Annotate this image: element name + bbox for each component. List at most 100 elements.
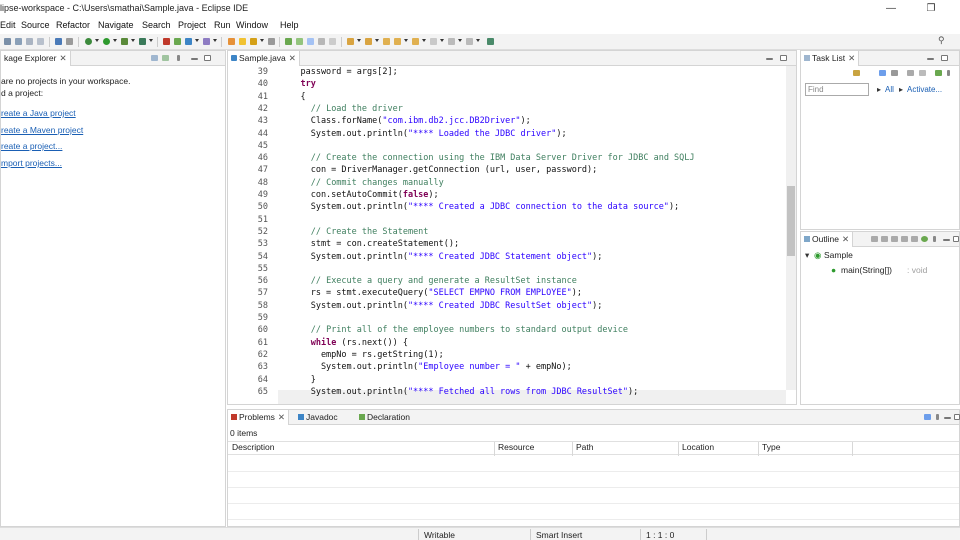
open-task-icon[interactable] — [228, 38, 235, 45]
code-line[interactable]: // Execute a query and generate a Result… — [280, 276, 577, 286]
view-menu-icon[interactable] — [177, 55, 180, 61]
hide-fields-icon[interactable] — [891, 236, 898, 242]
show-source-icon[interactable] — [329, 38, 336, 45]
col-resource[interactable]: Resource — [498, 442, 534, 452]
outline-class-name[interactable]: Sample — [824, 250, 853, 260]
code-line[interactable]: stmt = con.createStatement(); — [280, 239, 459, 249]
all-link[interactable]: All — [885, 85, 894, 94]
debug-icon[interactable] — [85, 38, 92, 45]
create-maven-project-link[interactable]: reate a Maven project — [1, 125, 83, 135]
open-type-icon[interactable] — [203, 38, 210, 45]
create-project-link[interactable]: reate a project... — [1, 141, 62, 151]
sort-icon[interactable] — [881, 236, 888, 242]
maximize-view-icon[interactable] — [941, 55, 948, 61]
menu-search[interactable]: Search — [142, 20, 171, 30]
categorized-icon[interactable] — [879, 70, 886, 76]
col-type[interactable]: Type — [762, 442, 780, 452]
code-line[interactable]: try — [280, 79, 315, 89]
hide-completed-icon[interactable] — [907, 70, 914, 76]
code-line[interactable]: System.out.println("**** Created JDBC Re… — [280, 301, 603, 311]
code-line[interactable]: { — [280, 92, 305, 102]
create-java-project-link[interactable]: reate a Java project — [1, 108, 76, 118]
close-icon[interactable]: ✕ — [848, 53, 855, 63]
code-line[interactable]: empNo = rs.getString(1); — [280, 350, 444, 360]
collapse-all-icon[interactable] — [151, 55, 158, 61]
word-wrap-icon[interactable] — [318, 38, 325, 45]
col-location[interactable]: Location — [682, 442, 714, 452]
minimize-editor-icon[interactable] — [766, 58, 773, 60]
maximize-view-icon[interactable] — [204, 55, 211, 61]
new-class-icon[interactable] — [185, 38, 192, 45]
view-menu-icon[interactable] — [936, 414, 939, 420]
view-menu-icon[interactable] — [947, 70, 950, 76]
next-annotation-icon[interactable] — [347, 38, 354, 45]
chevron-down-icon[interactable]: ▾ — [805, 250, 809, 261]
code-line[interactable]: // Print all of the employee numbers to … — [280, 325, 628, 335]
minimize-view-icon[interactable] — [927, 58, 934, 60]
menu-navigate[interactable]: Navigate — [98, 20, 134, 30]
new-package-icon[interactable] — [174, 38, 181, 45]
toggle-mark-icon[interactable] — [268, 38, 275, 45]
sync-icon[interactable] — [935, 70, 942, 76]
close-icon[interactable]: ✕ — [289, 53, 296, 63]
minimize-view-icon[interactable] — [943, 239, 950, 241]
nav-extra3-icon[interactable] — [466, 38, 473, 45]
minimize-view-icon[interactable] — [944, 417, 951, 419]
menu-window[interactable]: Window — [236, 20, 268, 30]
properties-icon[interactable] — [66, 38, 73, 45]
menu-project[interactable]: Project — [178, 20, 206, 30]
close-icon[interactable]: ✕ — [59, 53, 66, 63]
collapse-all-icon[interactable] — [871, 236, 878, 242]
new-task-icon[interactable] — [853, 70, 860, 76]
code-line[interactable]: // Commit changes manually — [280, 178, 444, 188]
back-icon[interactable] — [394, 38, 401, 45]
menu-run[interactable]: Run — [214, 20, 231, 30]
activate-link[interactable]: Activate... — [907, 85, 942, 94]
external-tools-icon[interactable] — [139, 38, 146, 45]
code-line[interactable]: System.out.println("Employee number = " … — [280, 362, 572, 372]
col-path[interactable]: Path — [576, 442, 594, 452]
code-line[interactable]: } — [280, 375, 316, 385]
menu-refactor[interactable]: Refactor — [56, 20, 90, 30]
nav-extra-icon[interactable] — [430, 38, 437, 45]
link-editor-icon[interactable] — [162, 55, 169, 61]
code-line[interactable]: System.out.println("**** Created a JDBC … — [280, 202, 679, 212]
code-line[interactable]: System.out.println("**** Loaded the JDBC… — [280, 129, 567, 139]
outline-method-name[interactable]: main(String[]) — [841, 265, 892, 275]
menu-help[interactable]: Help — [280, 20, 299, 30]
save-all-icon[interactable] — [26, 38, 33, 45]
print-icon[interactable] — [37, 38, 44, 45]
forward-icon[interactable] — [412, 38, 419, 45]
run-icon[interactable] — [103, 38, 110, 45]
block-selection-icon[interactable] — [296, 38, 303, 45]
restore-button[interactable]: ❐ — [916, 1, 946, 17]
maximize-editor-icon[interactable] — [780, 55, 787, 61]
last-edit-icon[interactable] — [383, 38, 390, 45]
code-line[interactable]: Class.forName("com.ibm.db2.jcc.DB2Driver… — [280, 116, 531, 126]
minimize-view-icon[interactable] — [191, 58, 198, 60]
view-menu-icon[interactable] — [933, 236, 936, 242]
menu-edit[interactable]: Edit — [0, 20, 16, 30]
tab-outline[interactable]: Outline ✕ — [801, 232, 854, 247]
pin-editor-icon[interactable] — [285, 38, 292, 45]
new-java-project-icon[interactable] — [163, 38, 170, 45]
tab-task-list[interactable]: Task List ✕ — [801, 51, 860, 66]
maximize-view-icon[interactable] — [953, 236, 959, 242]
code-line[interactable]: // Create the connection using the IBM D… — [280, 153, 695, 163]
col-description[interactable]: Description — [232, 442, 275, 452]
tab-declaration[interactable]: Declaration — [356, 410, 413, 425]
editor-vertical-scrollbar[interactable] — [786, 66, 796, 390]
show-whitespace-icon[interactable] — [307, 38, 314, 45]
terminal-icon[interactable] — [55, 38, 62, 45]
hide-local-types-icon[interactable] — [921, 236, 928, 242]
hide-nonpublic-icon[interactable] — [911, 236, 918, 242]
tab-package-explorer[interactable]: kage Explorer ✕ — [1, 51, 71, 66]
code-line[interactable]: password = args[2]; — [280, 67, 397, 77]
code-line[interactable]: con.setAutoCommit(false); — [280, 190, 439, 200]
code-line[interactable]: con = DriverManager.getConnection (url, … — [280, 165, 598, 175]
menu-source[interactable]: Source — [21, 20, 50, 30]
minimize-button[interactable]: — — [876, 1, 906, 17]
collapse-tasks-icon[interactable] — [919, 70, 926, 76]
new-icon[interactable] — [4, 38, 11, 45]
task-find-input[interactable]: Find — [805, 83, 869, 96]
